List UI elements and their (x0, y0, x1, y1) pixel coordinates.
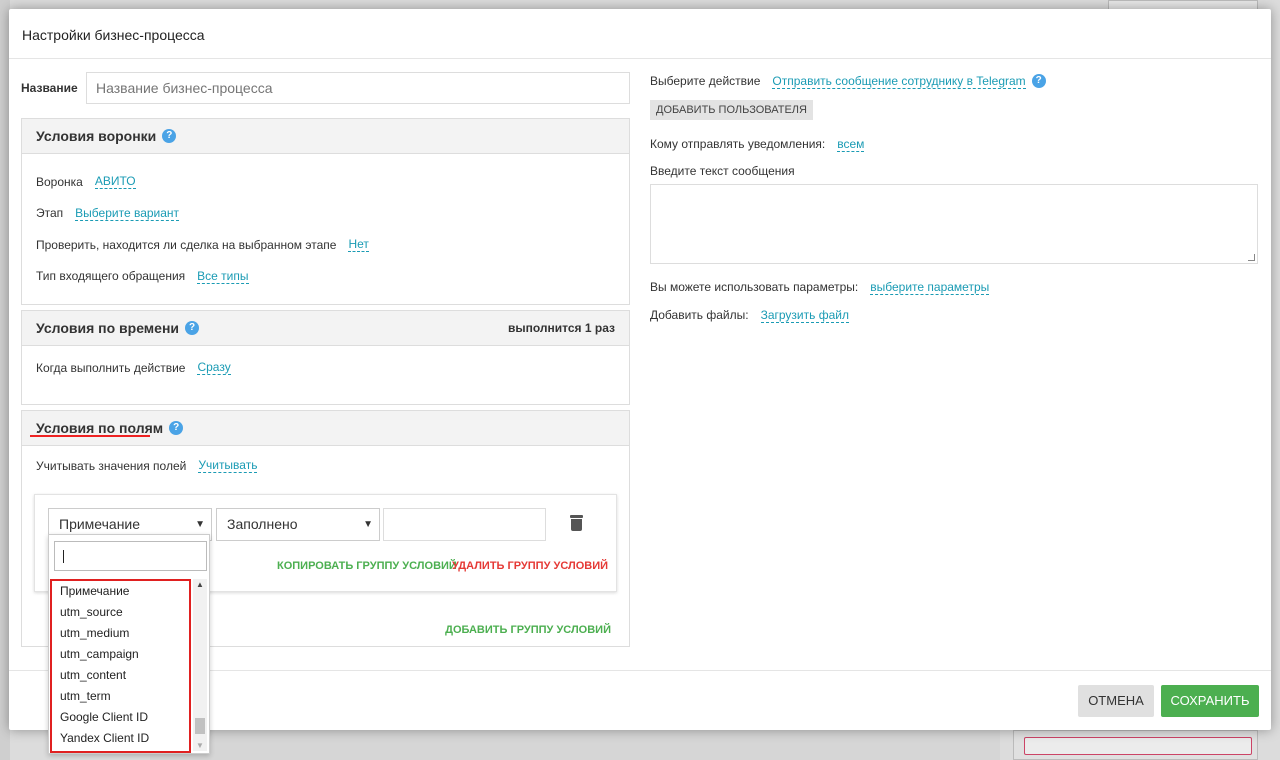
message-label-row: Введите текст сообщения (650, 164, 1260, 178)
stage-row: Этап Выберите вариант (36, 198, 615, 230)
params-value-link[interactable]: выберите параметры (870, 280, 990, 295)
modal-header: Настройки бизнес-процесса (9, 9, 1271, 59)
cancel-button[interactable]: Отмена (1078, 685, 1154, 717)
action-value-link[interactable]: Отправить сообщение сотруднику в Telegra… (772, 74, 1026, 89)
time-conditions-title: Условия по времени (36, 320, 180, 336)
field-conditions-title: Условия по полям (36, 420, 164, 436)
text-cursor (63, 550, 64, 563)
name-input[interactable] (86, 72, 630, 104)
check-stage-value-link[interactable]: Нет (348, 237, 369, 253)
operator-select[interactable]: Заполнено ▼ (216, 507, 380, 541)
funnel-value-link[interactable]: АВИТО (94, 174, 136, 190)
params-row: Вы можете использовать параметры: выбери… (650, 279, 1260, 295)
copy-group-button[interactable]: Копировать группу условий (277, 560, 457, 572)
add-user-button[interactable]: Добавить пользователя (650, 100, 813, 120)
time-conditions-header: Условия по времени ? выполнится 1 раз (22, 311, 629, 346)
help-icon[interactable]: ? (169, 421, 184, 435)
right-column: Выберите действие Отправить сообщение со… (650, 72, 1260, 323)
message-label: Введите текст сообщения (650, 164, 795, 178)
scroll-up-icon[interactable]: ▲ (196, 580, 204, 589)
dropdown-option[interactable]: utm_source (52, 602, 189, 623)
funnel-conditions-header: Условия воронки ? (22, 119, 629, 154)
dropdown-option[interactable]: utm_term (52, 686, 189, 707)
delete-group-button[interactable]: Удалить группу условий (452, 560, 608, 572)
dropdown-option-list: Примечание utm_source utm_medium utm_cam… (50, 579, 191, 753)
files-label: Добавить файлы: (650, 308, 749, 322)
when-row: Когда выполнить действие Сразу (36, 352, 615, 384)
name-row: Название (21, 72, 630, 104)
check-stage-row: Проверить, находится ли сделка на выбран… (36, 229, 615, 261)
funnel-conditions-title: Условия воронки (36, 128, 157, 144)
add-user-row: Добавить пользователя (650, 100, 1260, 120)
request-type-label: Тип входящего обращения (36, 269, 186, 284)
check-stage-label: Проверить, находится ли сделка на выбран… (36, 237, 337, 252)
files-row: Добавить файлы: Загрузить файл (650, 307, 1260, 323)
modal-title: Настройки бизнес-процесса (22, 27, 205, 43)
help-icon[interactable]: ? (185, 321, 200, 335)
resize-handle-icon[interactable] (1248, 254, 1255, 261)
dropdown-option[interactable]: Google Client ID (52, 707, 189, 728)
action-label: Выберите действие (650, 74, 761, 88)
recipients-label: Кому отправлять уведомления: (650, 137, 826, 151)
time-conditions-panel: Условия по времени ? выполнится 1 раз Ко… (21, 310, 630, 405)
consider-fields-row: Учитывать значения полей Учитывать (36, 450, 615, 482)
field-select-dropdown: Примечание utm_source utm_medium utm_cam… (48, 534, 210, 754)
background-card (1013, 730, 1258, 760)
consider-fields-label: Учитывать значения полей (36, 458, 187, 473)
consider-fields-value-link[interactable]: Учитывать (198, 458, 258, 474)
stage-value-link[interactable]: Выберите вариант (75, 206, 180, 221)
funnel-label: Воронка (36, 174, 83, 189)
funnel-conditions-body: Воронка АВИТО Этап Выберите вариант Пров… (22, 154, 629, 304)
scrollbar-thumb[interactable] (195, 718, 205, 734)
funnel-row: Воронка АВИТО (36, 166, 615, 198)
trash-icon[interactable] (570, 514, 583, 531)
condition-value-input[interactable] (383, 507, 546, 541)
name-label: Название (21, 81, 78, 95)
action-row: Выберите действие Отправить сообщение со… (650, 72, 1260, 90)
dropdown-scrollbar[interactable]: ▲ ▼ (193, 579, 207, 751)
message-textarea[interactable] (650, 184, 1258, 264)
red-underline-annotation (30, 435, 150, 437)
recipients-row: Кому отправлять уведомления: всем (650, 136, 1260, 152)
dropdown-option[interactable]: utm_campaign (52, 644, 189, 665)
when-value-link[interactable]: Сразу (197, 360, 231, 376)
help-icon[interactable]: ? (162, 129, 177, 143)
dropdown-search-input[interactable] (54, 541, 207, 571)
request-type-value-link[interactable]: Все типы (197, 269, 249, 284)
dropdown-option[interactable]: Примечание (52, 581, 189, 602)
field-conditions-header: Условия по полям ? (22, 411, 629, 446)
dropdown-option[interactable]: utm_content (52, 665, 189, 686)
chevron-down-icon: ▼ (363, 518, 373, 530)
background-bottom-area (150, 730, 1000, 760)
field-conditions-body: Учитывать значения полей Учитывать (22, 446, 629, 482)
request-type-row: Тип входящего обращения Все типы (36, 261, 615, 293)
field-select-value: Примечание (59, 515, 141, 532)
params-label: Вы можете использовать параметры: (650, 280, 859, 294)
when-label: Когда выполнить действие (36, 360, 186, 375)
recipients-value-link[interactable]: всем (837, 137, 865, 152)
dropdown-option[interactable]: Yandex Client ID (52, 728, 189, 749)
upload-file-link[interactable]: Загрузить файл (760, 308, 849, 323)
operator-select-value: Заполнено (227, 515, 298, 532)
run-count-note: выполнится 1 раз (507, 321, 615, 335)
stage-label: Этап (36, 206, 64, 221)
help-icon[interactable]: ? (1031, 74, 1046, 88)
funnel-conditions-panel: Условия воронки ? Воронка АВИТО Этап Выб… (21, 118, 630, 305)
time-conditions-body: Когда выполнить действие Сразу (22, 346, 629, 404)
scroll-down-icon[interactable]: ▼ (196, 741, 204, 750)
dropdown-option[interactable]: utm_medium (52, 623, 189, 644)
save-button[interactable]: Сохранить (1161, 685, 1259, 717)
